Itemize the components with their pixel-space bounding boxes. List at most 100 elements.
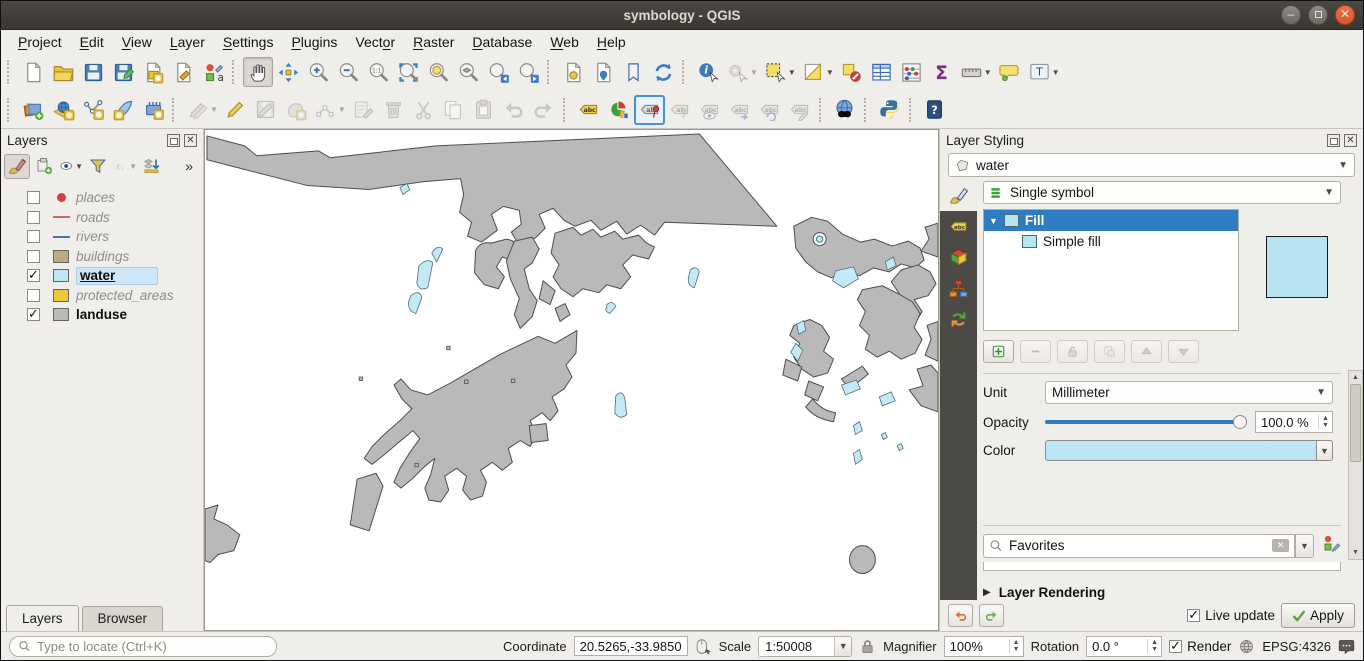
layer-labeling-button[interactable]: abc (574, 95, 604, 125)
identify-features-button[interactable]: i (693, 57, 723, 87)
color-dropdown-icon[interactable]: ▼ (1317, 440, 1333, 461)
toolbar-drag-handle[interactable] (172, 98, 179, 122)
expander-icon[interactable]: ▼ (989, 216, 998, 226)
scroll-thumb[interactable] (1350, 384, 1361, 462)
styling-tab-symbology[interactable] (940, 180, 977, 211)
zoom-next-button[interactable] (513, 57, 543, 87)
menu-edit[interactable]: Edit (71, 32, 113, 52)
menu-layer[interactable]: Layer (161, 32, 214, 52)
live-update-checkbox[interactable]: Live update (1187, 608, 1275, 623)
dropdown-arrow-icon[interactable]: ▼ (338, 105, 346, 114)
styling-tab-diagrams[interactable] (940, 273, 977, 304)
clear-search-icon[interactable]: ✕ (1272, 539, 1289, 552)
new-shapefile-layer-button[interactable] (78, 95, 108, 125)
statistical-summary-button[interactable]: Σ (927, 57, 957, 87)
new-print-layout-button[interactable] (138, 57, 168, 87)
project-save-as-button[interactable] (108, 57, 138, 87)
layer-visibility-checkbox[interactable] (27, 289, 40, 302)
metasearch-button[interactable] (830, 95, 860, 125)
undo-button[interactable] (499, 95, 529, 125)
styling-tab-history[interactable] (940, 304, 977, 335)
checkbox-icon[interactable] (1187, 609, 1200, 622)
color-button[interactable] (1045, 440, 1317, 461)
pan-to-selection-button[interactable] (273, 57, 303, 87)
lock-scale-icon[interactable] (859, 638, 876, 655)
dropdown-arrow-icon[interactable]: ▼ (826, 68, 834, 77)
zoom-native-button[interactable]: 1:1 (363, 57, 393, 87)
scroll-up-icon[interactable]: ▲ (1349, 371, 1362, 384)
styling-scrollbar[interactable]: ▲ ▼ (1348, 370, 1363, 560)
menu-web[interactable]: Web (541, 32, 588, 52)
vertex-tool-button[interactable]: ▼ (311, 95, 349, 125)
dropdown-arrow-icon[interactable]: ▼ (788, 68, 796, 77)
dropdown-arrow-icon[interactable]: ▼ (750, 68, 758, 77)
show-layout-manager-button[interactable] (168, 57, 198, 87)
layer-row-roads[interactable]: roads (1, 208, 203, 228)
styling-panel-float-icon[interactable] (1327, 134, 1340, 147)
select-by-value-button[interactable]: ▼ (799, 57, 837, 87)
magnifier-spinbox[interactable]: 100% ▲▼ (944, 636, 1024, 657)
toolbar-drag-handle[interactable] (547, 60, 554, 84)
new-map-view-button[interactable] (558, 57, 588, 87)
favorites-dropdown-icon[interactable]: ▼ (1295, 534, 1314, 558)
scroll-down-icon[interactable]: ▼ (1349, 546, 1362, 559)
dropdown-arrow-icon[interactable]: ▼ (1052, 68, 1060, 77)
zoom-full-button[interactable] (393, 57, 423, 87)
new-spatialite-layer-button[interactable] (108, 95, 138, 125)
show-bookmarks-button[interactable] (618, 57, 648, 87)
toolbar-overflow-button[interactable]: » (185, 158, 200, 174)
cut-features-button[interactable] (409, 95, 439, 125)
unit-selector[interactable]: Millimeter ▼ (1045, 381, 1333, 404)
refresh-button[interactable] (648, 57, 678, 87)
add-group-button[interactable] (31, 154, 57, 179)
map-canvas[interactable] (204, 129, 939, 631)
layer-visibility-checkbox[interactable] (27, 191, 40, 204)
project-save-button[interactable] (78, 57, 108, 87)
slider-handle[interactable] (1233, 415, 1247, 429)
menu-view[interactable]: View (113, 32, 161, 52)
manage-map-themes-button[interactable]: ▼ (58, 154, 84, 179)
layer-row-places[interactable]: places (1, 188, 203, 208)
add-vector-layer-button[interactable] (48, 95, 78, 125)
show-hide-labels-button[interactable]: abc (695, 95, 725, 125)
styling-panel-close-icon[interactable]: ✕ (1344, 134, 1357, 147)
layer-row-landuse[interactable]: landuse (1, 305, 203, 325)
move-symbol-up-button[interactable] (1131, 340, 1162, 363)
toolbar-drag-handle[interactable] (563, 98, 570, 122)
zoom-last-button[interactable] (483, 57, 513, 87)
save-layer-edits-button[interactable] (251, 95, 281, 125)
add-feature-button[interactable] (281, 95, 311, 125)
layer-visibility-checkbox[interactable] (27, 250, 40, 263)
select-features-button[interactable]: ▼ (761, 57, 799, 87)
project-open-button[interactable] (48, 57, 78, 87)
layer-visibility-checkbox[interactable] (27, 269, 40, 282)
menu-project[interactable]: Project (9, 32, 71, 52)
symbol-search-box[interactable]: Favorites ✕ (983, 534, 1295, 558)
change-label-button[interactable]: abc (785, 95, 815, 125)
zoom-to-selection-button[interactable] (423, 57, 453, 87)
styling-tab-labels[interactable]: abc (940, 211, 977, 242)
pin-unpin-labels-button[interactable]: ab (665, 95, 695, 125)
render-checkbox[interactable]: Render (1169, 639, 1231, 654)
menu-settings[interactable]: Settings (214, 32, 283, 52)
menu-plugins[interactable]: Plugins (282, 32, 346, 52)
add-symbol-layer-button[interactable] (983, 340, 1014, 363)
copy-features-button[interactable] (439, 95, 469, 125)
field-calculator-button[interactable] (897, 57, 927, 87)
toolbar-drag-handle[interactable] (682, 60, 689, 84)
move-label-button[interactable]: abc (725, 95, 755, 125)
deselect-all-button[interactable] (837, 57, 867, 87)
symbol-node-simple-fill[interactable]: Simple fill (984, 231, 1238, 252)
messages-icon[interactable] (1338, 638, 1355, 655)
toolbar-drag-handle[interactable] (7, 60, 14, 84)
spin-arrows-icon[interactable]: ▲▼ (1009, 639, 1023, 653)
minimize-button[interactable]: – (1281, 5, 1301, 25)
help-contents-button[interactable]: ? (920, 95, 950, 125)
zoom-out-button[interactable] (333, 57, 363, 87)
toolbar-drag-handle[interactable] (864, 98, 871, 122)
checkbox-icon[interactable] (1169, 640, 1182, 653)
run-feature-action-button[interactable]: ▼ (723, 57, 761, 87)
layer-visibility-checkbox[interactable] (27, 308, 40, 321)
map-tips-button[interactable] (995, 57, 1025, 87)
apply-button[interactable]: Apply (1281, 603, 1355, 628)
